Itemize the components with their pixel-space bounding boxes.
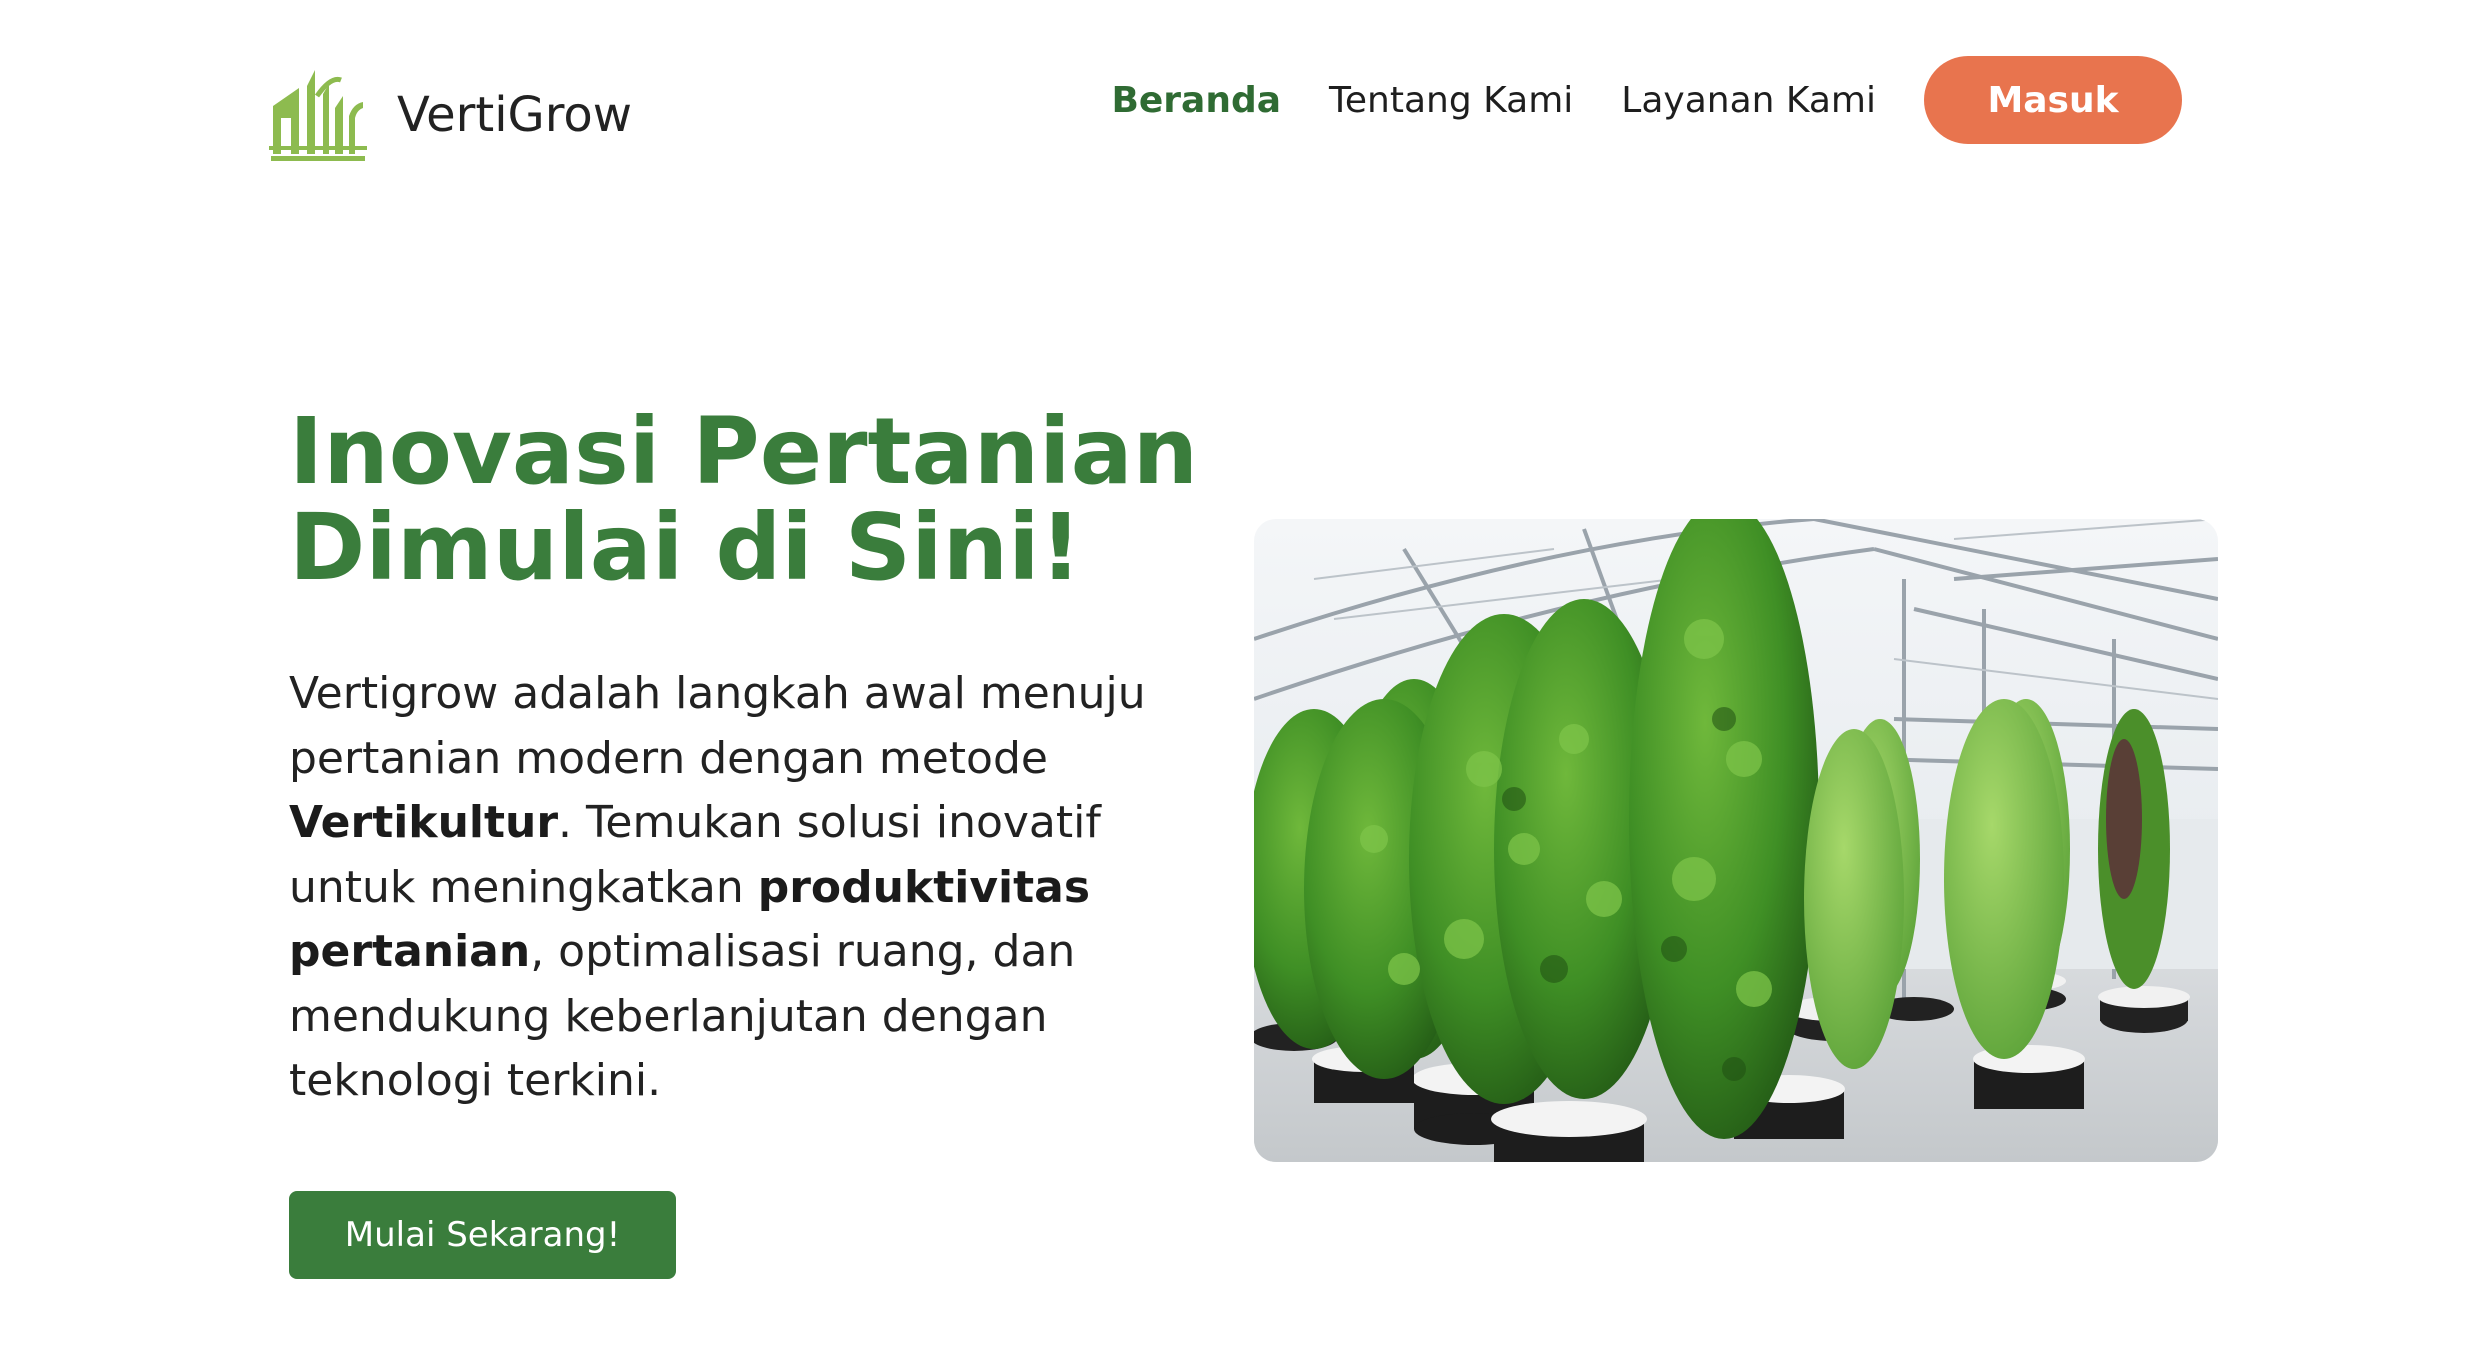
hero-title-line-1: Inovasi Pertanian — [289, 398, 1199, 505]
desc-line-5: pertanian, optimalisasi ruang, dan — [289, 926, 1076, 977]
site-logo[interactable]: VertiGrow — [269, 66, 632, 164]
keyword-vertikultur: Vertikultur — [289, 797, 559, 848]
nav-link-tentang-kami[interactable]: Tentang Kami — [1329, 80, 1573, 121]
nav-link-beranda[interactable]: Beranda — [1111, 80, 1281, 121]
desc-line-1: Vertigrow adalah langkah awal menuju — [289, 668, 1146, 719]
desc-line-6: mendukung keberlanjutan dengan — [289, 990, 1048, 1042]
desc-line-3: Vertikultur. Temukan solusi inovatif — [289, 797, 1101, 848]
hero-title: Inovasi Pertanian Dimulai di Sini! — [289, 398, 1199, 601]
start-now-button[interactable]: Mulai Sekarang! — [289, 1191, 676, 1279]
desc-line-7: teknologi terkini. — [289, 1055, 662, 1106]
main-nav: Beranda Tentang Kami Layanan Kami Masuk — [1111, 56, 2182, 144]
desc-line-2: pertanian modern dengan metode — [289, 732, 1048, 784]
keyword-produktivitas: produktivitas — [757, 861, 1091, 913]
login-button[interactable]: Masuk — [1924, 56, 2182, 144]
keyword-pertanian: pertanian — [289, 926, 531, 977]
vertical-farm-logo-icon — [269, 66, 367, 164]
vertical-tower-garden-greenhouse-photo — [1254, 519, 2218, 1162]
hero-title-line-2: Dimulai di Sini! — [289, 494, 1082, 601]
desc-line-4: untuk meningkatkan produktivitas — [289, 861, 1091, 913]
nav-link-layanan-kami[interactable]: Layanan Kami — [1621, 80, 1876, 121]
hero-description: Vertigrow adalah langkah awal menuju per… — [289, 662, 1189, 1114]
hero-image — [1254, 519, 2218, 1162]
brand-name: VertiGrow — [397, 87, 633, 143]
